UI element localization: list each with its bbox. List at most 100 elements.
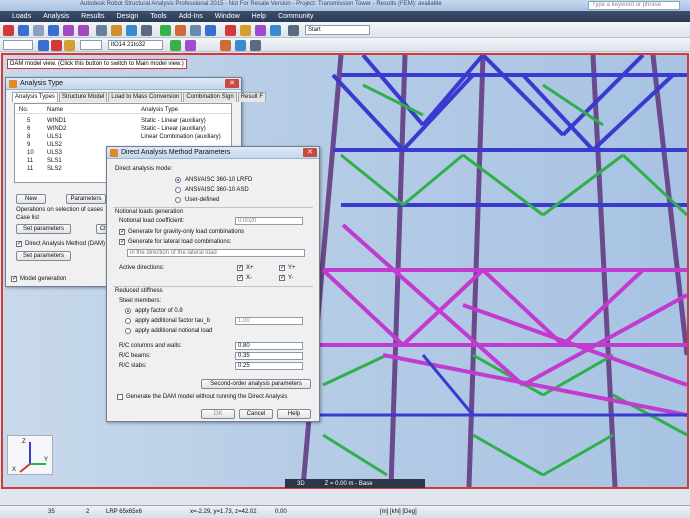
col-type[interactable]: Analysis Type	[141, 106, 178, 114]
asd-radio[interactable]	[175, 187, 181, 193]
view-mode[interactable]: 3D	[297, 481, 305, 487]
lateral-direction-select[interactable]: in the direction of the lateral load	[127, 249, 305, 257]
row-no: 6	[27, 126, 31, 132]
dir-xminus-checkbox[interactable]: ✓	[237, 275, 243, 281]
row-no: 10	[27, 150, 34, 156]
model-generation-label: Model generation	[20, 276, 67, 282]
calculate-icon[interactable]	[111, 25, 122, 36]
lateral-checkbox[interactable]: ✓	[119, 239, 125, 245]
dam-set-parameters-button[interactable]: Set parameters	[16, 251, 71, 261]
ok-button[interactable]: OK	[201, 409, 235, 419]
table-row[interactable]: 5 WIND1 Static - Linear (auxiliary)	[15, 117, 231, 125]
start-combo[interactable]: Start	[305, 25, 370, 35]
tau-b-input[interactable]: 1.00	[235, 317, 303, 325]
dam-model-view-button[interactable]: DAM model view. (Click this button to sw…	[7, 59, 187, 69]
menu-design[interactable]: Design	[117, 13, 139, 20]
next-case-icon[interactable]	[51, 40, 62, 51]
rc-columns-input[interactable]: 0.80	[235, 342, 303, 350]
menu-add-ins[interactable]: Add-Ins	[179, 13, 203, 20]
redo-icon[interactable]	[78, 25, 89, 36]
menu-bar: Loads Analysis Results Design Tools Add-…	[0, 11, 690, 22]
view-icon[interactable]	[190, 25, 201, 36]
tab-combination-sign[interactable]: Combination Sign	[183, 92, 237, 102]
row-no: 11	[27, 166, 34, 172]
menu-tools[interactable]: Tools	[150, 13, 166, 20]
dir-yplus-checkbox[interactable]: ✓	[279, 265, 285, 271]
table-row[interactable]: 6 WIND2 Static - Linear (auxiliary)	[15, 125, 231, 133]
results-icon[interactable]	[126, 25, 137, 36]
tau-b-label: apply additional factor tau_b	[135, 318, 211, 324]
loads-icon[interactable]	[240, 25, 251, 36]
table-icon[interactable]	[141, 25, 152, 36]
row-type: Linear Combination (auxiliary)	[141, 134, 221, 140]
menu-loads[interactable]: Loads	[12, 13, 31, 20]
rc-slabs-input[interactable]: 0.25	[235, 362, 303, 370]
open-icon[interactable]	[33, 25, 44, 36]
print-icon[interactable]	[96, 25, 107, 36]
tau-b-radio[interactable]	[125, 318, 131, 324]
close-icon[interactable]: ✕	[225, 79, 239, 88]
menu-analysis[interactable]: Analysis	[43, 13, 69, 20]
col-no[interactable]: No.	[19, 106, 28, 114]
layers-icon[interactable]	[250, 40, 261, 51]
tab-load-mass[interactable]: Load to Mass Conversion	[108, 92, 183, 102]
parameters-button[interactable]: Parameters	[66, 194, 106, 204]
tab-analysis-types[interactable]: Analysis Types	[12, 92, 58, 102]
dam-checkbox[interactable]: ✓	[16, 241, 22, 247]
status-zero: 0.00	[275, 509, 287, 515]
set-parameters-button[interactable]: Set parameters	[16, 224, 71, 234]
user-defined-radio[interactable]	[175, 197, 181, 203]
filter-icon[interactable]	[170, 40, 181, 51]
selection-combo[interactable]: ltO14 21to32	[108, 40, 163, 50]
unit-combo[interactable]	[80, 40, 102, 50]
section-icon[interactable]	[220, 40, 231, 51]
generate-only-checkbox[interactable]	[117, 394, 123, 400]
lrfd-radio[interactable]	[175, 177, 181, 183]
secondary-toolbar: ltO14 21to32	[0, 38, 690, 52]
close-icon[interactable]: ✕	[303, 148, 317, 157]
select-icon[interactable]	[18, 25, 29, 36]
menu-window[interactable]: Window	[215, 13, 240, 20]
status-field-b: 2	[86, 509, 90, 515]
design-icon[interactable]	[175, 25, 186, 36]
help-button[interactable]: Help	[277, 409, 311, 419]
axis-x-label: X	[12, 467, 17, 473]
tools-icon[interactable]	[255, 25, 266, 36]
level-indicator[interactable]: Z = 0.00 m - Base	[325, 481, 373, 487]
coefficient-input[interactable]: 0.0020	[235, 217, 303, 225]
axis-z-label: Z	[22, 439, 26, 445]
save-icon[interactable]	[48, 25, 59, 36]
menu-help[interactable]: Help	[252, 13, 266, 20]
stop-icon[interactable]	[225, 25, 236, 36]
model-icon[interactable]	[160, 25, 171, 36]
factor-08-label: apply factor of 0.8	[135, 308, 183, 314]
settings-icon[interactable]	[288, 25, 299, 36]
case-combo[interactable]	[3, 40, 33, 50]
col-name[interactable]: Name	[47, 106, 63, 114]
menu-results[interactable]: Results	[81, 13, 104, 20]
table-row[interactable]: 8 ULS1 Linear Combination (auxiliary)	[15, 133, 231, 141]
delete-icon[interactable]	[3, 25, 14, 36]
directions-label: Active directions:	[119, 265, 165, 271]
model-generation-checkbox[interactable]: ✓	[11, 276, 17, 282]
new-button[interactable]: New	[16, 194, 46, 204]
dir-xplus-checkbox[interactable]: ✓	[237, 265, 243, 271]
info-icon[interactable]	[270, 25, 281, 36]
undo-icon[interactable]	[63, 25, 74, 36]
help-search-input[interactable]: Type a keyword or phrase	[588, 1, 680, 10]
gravity-checkbox[interactable]: ✓	[119, 229, 125, 235]
tab-result[interactable]: Result F	[237, 92, 267, 102]
prev-case-icon[interactable]	[38, 40, 49, 51]
dir-yminus-checkbox[interactable]: ✓	[279, 275, 285, 281]
factor-08-radio[interactable]	[125, 308, 131, 314]
menu-community[interactable]: Community	[278, 13, 313, 20]
second-order-button[interactable]: Second-order analysis parameters	[201, 379, 311, 389]
loads-table-icon[interactable]	[64, 40, 75, 51]
rc-beams-input[interactable]: 0.35	[235, 352, 303, 360]
zoom-icon[interactable]	[205, 25, 216, 36]
notional-load-radio[interactable]	[125, 328, 131, 334]
cancel-button[interactable]: Cancel	[239, 409, 273, 419]
display-icon[interactable]	[185, 40, 196, 51]
tab-structure-model[interactable]: Structure Model	[58, 92, 108, 102]
grid-icon[interactable]	[235, 40, 246, 51]
